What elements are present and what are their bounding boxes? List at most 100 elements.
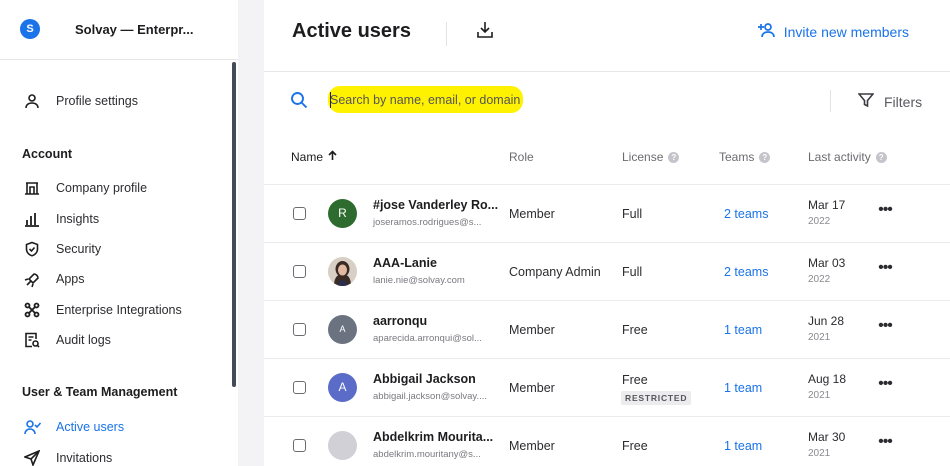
- info-icon[interactable]: ?: [759, 151, 771, 163]
- avatar: R: [328, 199, 357, 228]
- row-checkbox[interactable]: [293, 207, 306, 220]
- send-icon: [22, 448, 42, 466]
- sidebar-item-security[interactable]: Security: [22, 237, 101, 261]
- table-row[interactable]: A Abbigail Jackson abbigail.jackson@solv…: [264, 359, 950, 417]
- column-header-label: Role: [509, 150, 534, 164]
- more-options-icon[interactable]: •••: [874, 434, 896, 455]
- user-email: abdelkrim.mouritany@s...: [373, 449, 481, 460]
- org-logo: S: [20, 19, 40, 39]
- user-role[interactable]: Member: [509, 323, 555, 337]
- user-name: Abdelkrim Mourita...: [373, 430, 494, 444]
- row-checkbox[interactable]: [293, 265, 306, 278]
- user-team-management-heading: User & Team Management: [22, 385, 178, 399]
- user-role[interactable]: Member: [509, 207, 555, 221]
- info-icon[interactable]: ?: [875, 151, 887, 163]
- more-options-icon[interactable]: •••: [874, 260, 896, 281]
- table-row[interactable]: AAA-Lanie lanie.nie@solvay.com Company A…: [264, 243, 950, 301]
- sidebar-divider: [238, 0, 264, 466]
- user-teams-link[interactable]: 1 team: [724, 439, 762, 453]
- column-header-name[interactable]: Name: [291, 150, 337, 164]
- main-content: Active users Invite new members Filters: [264, 0, 950, 466]
- sidebar-item-active-users[interactable]: Active users: [22, 415, 124, 439]
- user-teams-link[interactable]: 2 teams: [724, 265, 768, 279]
- filter-icon: [857, 92, 875, 111]
- sidebar-item-label: Profile settings: [56, 94, 138, 108]
- audit-log-icon: [22, 330, 42, 350]
- sidebar-item-enterprise-integrations[interactable]: Enterprise Integrations: [22, 298, 182, 322]
- table-header: Name Role License ? Teams ? Last activit…: [264, 130, 950, 185]
- table-row[interactable]: Abdelkrim Mourita... abdelkrim.mouritany…: [264, 417, 950, 466]
- last-activity-year: 2021: [808, 448, 831, 459]
- sidebar-item-profile-settings[interactable]: Profile settings: [22, 89, 138, 113]
- row-checkbox[interactable]: [293, 439, 306, 452]
- column-header-label: Name: [291, 150, 324, 164]
- sidebar-item-label: Audit logs: [56, 333, 111, 347]
- filters-label: Filters: [884, 93, 923, 110]
- table-row[interactable]: R #jose Vanderley Ro... joseramos.rodrig…: [264, 185, 950, 243]
- search-icon: [290, 91, 310, 111]
- last-activity-date: Mar 17: [808, 198, 846, 212]
- last-activity-year: 2022: [808, 274, 831, 285]
- avatar: A: [328, 315, 357, 344]
- row-checkbox[interactable]: [293, 381, 306, 394]
- org-switcher[interactable]: S Solvay — Enterpr...: [0, 0, 238, 60]
- user-icon: [22, 91, 42, 111]
- column-header-last-activity: Last activity ?: [808, 150, 887, 164]
- user-teams-link[interactable]: 2 teams: [724, 207, 768, 221]
- user-role[interactable]: Member: [509, 381, 555, 395]
- last-activity-date: Mar 03: [808, 256, 846, 270]
- integrations-icon: [22, 300, 42, 320]
- column-header-label: License: [622, 150, 664, 164]
- divider: [446, 22, 447, 46]
- table-row[interactable]: A aarronqu aparecida.arronqui@sol... Mem…: [264, 301, 950, 359]
- avatar: [328, 257, 357, 286]
- page-header: Active users Invite new members: [264, 0, 950, 72]
- more-options-icon[interactable]: •••: [874, 202, 896, 223]
- sidebar-item-label: Active users: [56, 420, 125, 434]
- sidebar-item-audit-logs[interactable]: Audit logs: [22, 328, 111, 352]
- user-photo-icon: [328, 257, 357, 286]
- user-role[interactable]: Member: [509, 439, 555, 453]
- filters-button[interactable]: Filters: [857, 92, 923, 111]
- add-user-icon: [757, 22, 776, 41]
- user-check-icon: [22, 417, 42, 437]
- restricted-badge: RESTRICTED: [621, 391, 692, 405]
- row-checkbox[interactable]: [293, 323, 306, 336]
- bar-chart-icon: [22, 209, 42, 229]
- user-license: Full: [622, 207, 643, 221]
- user-name: aarronqu: [373, 314, 428, 328]
- sidebar-scrollbar[interactable]: [232, 62, 236, 387]
- more-options-icon[interactable]: •••: [874, 376, 896, 397]
- search-input[interactable]: [330, 89, 750, 111]
- user-license: Full: [622, 265, 643, 279]
- sidebar-item-label: Invitations: [56, 451, 113, 465]
- shield-icon: [22, 239, 42, 259]
- last-activity-date: Aug 18: [808, 372, 847, 386]
- user-role[interactable]: Company Admin: [509, 265, 601, 279]
- avatar: A: [328, 373, 357, 402]
- download-button[interactable]: [476, 20, 498, 44]
- sidebar-item-insights[interactable]: Insights: [22, 207, 99, 231]
- last-activity-year: 2022: [808, 216, 831, 227]
- invite-members-button[interactable]: Invite new members: [757, 22, 909, 41]
- download-icon: [476, 22, 494, 44]
- sidebar-item-company-profile[interactable]: Company profile: [22, 176, 147, 200]
- search-bar: Filters: [264, 72, 950, 130]
- user-teams-link[interactable]: 1 team: [724, 323, 762, 337]
- user-email: abbigail.jackson@solvay....: [373, 391, 488, 402]
- more-options-icon[interactable]: •••: [874, 318, 896, 339]
- sidebar-item-apps[interactable]: Apps: [22, 267, 85, 291]
- sidebar-item-label: Security: [56, 242, 102, 256]
- user-license: Free: [622, 439, 648, 453]
- column-header-teams: Teams ?: [719, 150, 771, 164]
- column-header-role: Role: [509, 150, 534, 164]
- avatar: [328, 431, 357, 460]
- sidebar-item-invitations[interactable]: Invitations: [22, 446, 112, 466]
- user-name: Abbigail Jackson: [373, 372, 476, 386]
- info-icon[interactable]: ?: [668, 151, 680, 163]
- apps-icon: [22, 269, 42, 289]
- sidebar-item-label: Insights: [56, 212, 100, 226]
- user-teams-link[interactable]: 1 team: [724, 381, 762, 395]
- user-name: AAA-Lanie: [373, 256, 437, 270]
- column-header-license: License ?: [622, 150, 680, 164]
